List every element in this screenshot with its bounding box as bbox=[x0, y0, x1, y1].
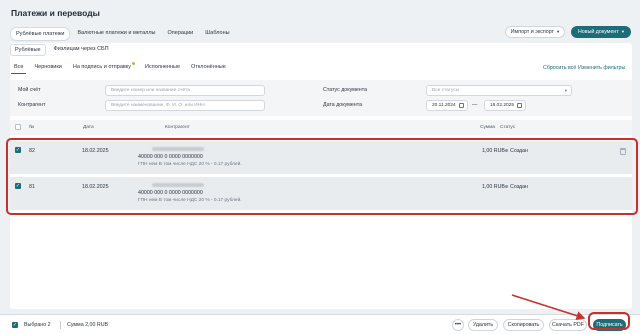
annotation-arrow-icon bbox=[511, 294, 586, 321]
